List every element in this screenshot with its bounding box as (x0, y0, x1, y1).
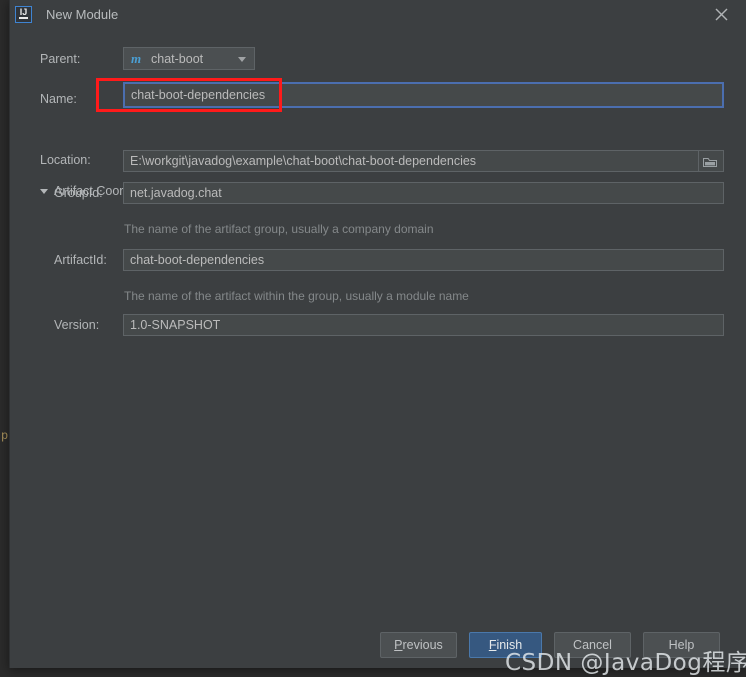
location-input[interactable] (123, 150, 711, 172)
groupid-input[interactable] (123, 182, 724, 204)
maven-module-icon: m (131, 51, 142, 66)
help-button[interactable]: Help (643, 632, 720, 658)
parent-dropdown-value: chat-boot (151, 52, 204, 66)
name-label: Name: (40, 92, 77, 106)
dialog-titlebar: IJ New Module (10, 0, 746, 30)
previous-button-mnemonic: P (394, 638, 403, 652)
version-input[interactable] (123, 314, 724, 336)
help-button-mnemonic: H (668, 638, 678, 652)
ij-icon-letters: IJ (19, 7, 28, 17)
version-label: Version: (54, 318, 100, 332)
previous-button-label: revious (402, 638, 443, 652)
chevron-down-icon (238, 57, 246, 62)
cancel-button-label: ancel (582, 638, 612, 652)
finish-button[interactable]: Finish (469, 632, 542, 658)
new-module-dialog: IJ New Module Parent: m chat-boot Name: … (9, 0, 746, 668)
artifactid-label: ArtifactId: (54, 253, 107, 267)
cancel-button-mnemonic: C (573, 638, 583, 652)
intellij-idea-icon: IJ (15, 6, 32, 23)
folder-icon[interactable] (698, 150, 724, 172)
groupid-hint: The name of the artifact group, usually … (124, 222, 434, 236)
artifactid-input[interactable] (123, 249, 724, 271)
finish-button-label: inish (496, 638, 523, 652)
parent-dropdown[interactable]: m chat-boot (123, 47, 255, 70)
cancel-button[interactable]: Cancel (554, 632, 631, 658)
parent-label: Parent: (40, 52, 81, 66)
help-button-label: elp (677, 638, 695, 652)
dialog-title: New Module (46, 7, 119, 22)
previous-button[interactable]: Previous (380, 632, 457, 658)
new-module-form: Parent: m chat-boot Name: Location: Arti… (10, 30, 746, 668)
name-input[interactable] (123, 82, 724, 108)
triangle-down-icon[interactable] (40, 189, 48, 194)
location-label: Location: (40, 153, 91, 167)
ij-icon-underline (19, 17, 28, 19)
backdrop-editor-text: p (1, 429, 9, 443)
artifactid-hint: The name of the artifact within the grou… (124, 289, 469, 303)
close-icon[interactable] (712, 5, 732, 25)
groupid-label: GroupId: (54, 186, 103, 200)
